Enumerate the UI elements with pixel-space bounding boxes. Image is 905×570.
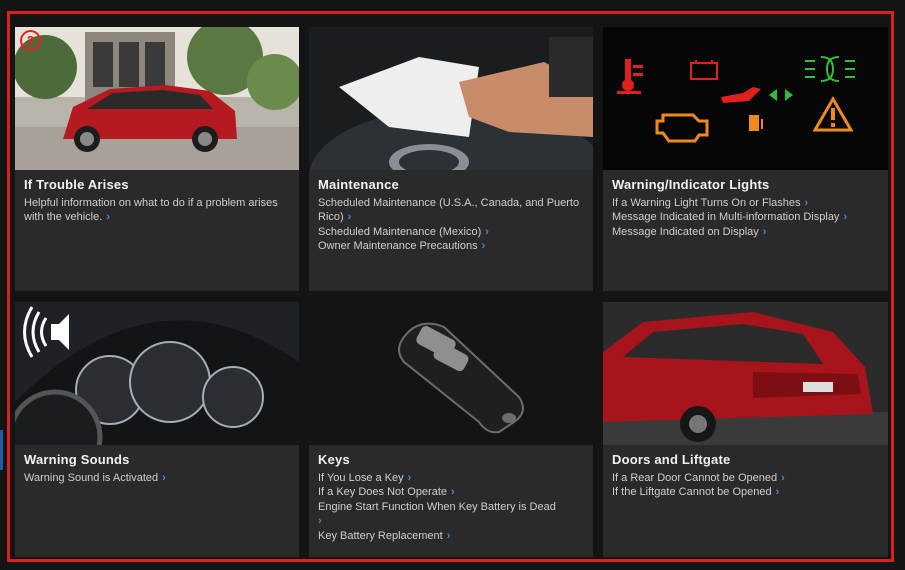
chevron-right-icon: › <box>347 211 352 224</box>
chevron-right-icon: › <box>843 211 848 224</box>
chevron-right-icon: › <box>481 240 486 253</box>
link-helpful-information[interactable]: Helpful information on what to do if a p… <box>24 196 291 225</box>
hand-wiping-dashboard-image[interactable] <box>309 27 593 170</box>
link-liftgate-cannot-open[interactable]: If the Liftgate Cannot be Opened › <box>612 485 880 499</box>
card-title: Warning/Indicator Lights <box>612 177 770 192</box>
card-links: Helpful information on what to do if a p… <box>24 196 291 225</box>
link-message-indicated-on-display[interactable]: Message Indicated on Display › <box>612 225 880 239</box>
card-keys: Keys If You Lose a Key › If a Key Does No… <box>309 302 593 557</box>
card-title: Warning Sounds <box>24 452 130 467</box>
card-doors-and-liftgate: Doors and Liftgate If a Rear Door Cannot… <box>603 302 888 557</box>
step-number-badge: 2 <box>20 30 41 51</box>
card-links: Scheduled Maintenance (U.S.A., Canada, a… <box>318 196 585 254</box>
card-title: Doors and Liftgate <box>612 452 731 467</box>
link-warning-sound-activated[interactable]: Warning Sound is Activated › <box>24 471 291 485</box>
card-title: If Trouble Arises <box>24 177 129 192</box>
link-scheduled-maintenance-mexico[interactable]: Scheduled Maintenance (Mexico) › <box>318 225 585 239</box>
card-if-trouble-arises: If Trouble Arises Helpful information on… <box>15 27 299 291</box>
link-if-you-lose-a-key[interactable]: If You Lose a Key › <box>318 471 585 485</box>
card-links: Warning Sound is Activated › <box>24 471 291 485</box>
link-key-battery-replacement[interactable]: Key Battery Replacement › <box>318 529 585 543</box>
topic-grid: If Trouble Arises Helpful information on… <box>15 27 888 557</box>
card-warning-sounds: Warning Sounds Warning Sound is Activate… <box>15 302 299 557</box>
chevron-right-icon: › <box>446 529 451 542</box>
chevron-right-icon: › <box>318 515 322 528</box>
link-engine-start-key-battery-dead[interactable]: Engine Start Function When Key Battery i… <box>318 500 585 529</box>
chevron-right-icon: › <box>485 225 489 238</box>
link-owner-maintenance-precautions[interactable]: Owner Maintenance Precautions › <box>318 239 585 253</box>
link-message-multi-information-display[interactable]: Message Indicated in Multi-information D… <box>612 210 880 224</box>
chevron-right-icon: › <box>804 197 809 209</box>
link-warning-light-turns-on[interactable]: If a Warning Light Turns On or Flashes › <box>612 196 880 210</box>
link-key-does-not-operate[interactable]: If a Key Does Not Operate › <box>318 485 585 499</box>
red-suv-rear-image[interactable] <box>603 302 888 445</box>
left-edge-strip <box>0 430 3 470</box>
chevron-right-icon: › <box>775 486 780 499</box>
card-links: If a Warning Light Turns On or Flashes › … <box>612 196 880 239</box>
chevron-right-icon: › <box>762 225 767 238</box>
card-title: Keys <box>318 452 350 467</box>
chevron-right-icon: › <box>407 472 412 484</box>
smart-key-image[interactable] <box>309 302 593 445</box>
card-title: Maintenance <box>318 177 399 192</box>
card-links: If You Lose a Key › If a Key Does Not Ope… <box>318 471 585 543</box>
red-suv-image[interactable] <box>15 27 299 170</box>
link-scheduled-maintenance-usa[interactable]: Scheduled Maintenance (U.S.A., Canada, a… <box>318 196 585 225</box>
chevron-right-icon: › <box>162 472 166 484</box>
chevron-right-icon: › <box>451 486 455 499</box>
card-warning-indicator-lights: Warning/Indicator Lights If a Warning Li… <box>603 27 888 291</box>
card-maintenance: Maintenance Scheduled Maintenance (U.S.A… <box>309 27 593 291</box>
instrument-cluster-image[interactable] <box>15 302 299 445</box>
chevron-right-icon: › <box>106 211 110 224</box>
chevron-right-icon: › <box>781 472 785 484</box>
warning-lights-image[interactable] <box>603 27 888 170</box>
link-rear-door-cannot-open[interactable]: If a Rear Door Cannot be Opened › <box>612 471 880 485</box>
card-links: If a Rear Door Cannot be Opened › If the … <box>612 471 880 500</box>
